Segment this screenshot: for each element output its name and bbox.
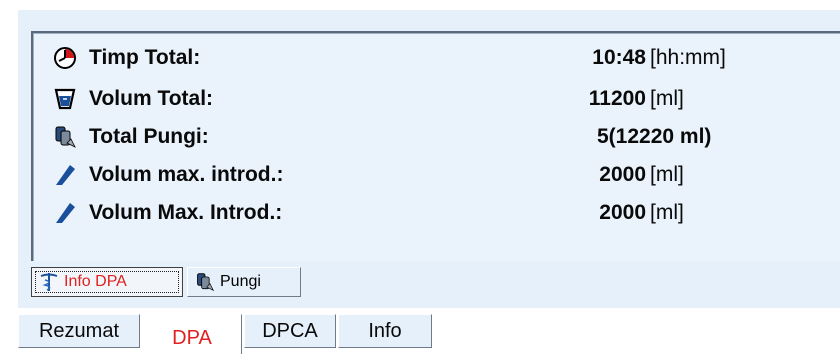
bags-icon: [55, 126, 76, 148]
summary-row-total-bags: Total Pungi: 5(12220 ml): [33, 122, 840, 152]
row-label: Volum Total:: [89, 87, 214, 110]
summary-panel: Timp Total: 10:48 [hh:mm] Volum Total: 1…: [31, 31, 840, 261]
row-value: 10:48: [592, 46, 646, 69]
infusion-icon: [56, 165, 75, 185]
summary-row-total-time: Timp Total: 10:48 [hh:mm]: [33, 43, 840, 73]
row-label: Timp Total:: [89, 46, 201, 69]
row-unit: [ml]: [650, 87, 684, 110]
main-tab-bar: Rezumat DPA DPCA Info: [0, 308, 840, 360]
tab-label: Rezumat: [38, 320, 120, 342]
top-strip: [0, 0, 840, 8]
tab-info[interactable]: Info: [338, 314, 432, 348]
summary-row-total-volume: Volum Total: 11200 [ml]: [33, 84, 840, 114]
row-value: 5(12220 ml): [597, 125, 712, 148]
bags-icon: [197, 273, 215, 292]
tab-rezumat[interactable]: Rezumat: [18, 314, 140, 348]
subtab-label: Info DPA: [64, 273, 127, 290]
subtab-bags[interactable]: Pungi: [187, 267, 301, 297]
volume-cup-icon: [54, 88, 76, 110]
tab-label: Info: [368, 320, 402, 342]
caduceus-icon: [40, 273, 58, 291]
clock-icon: [54, 47, 76, 69]
row-value: 2000: [599, 163, 646, 186]
row-label: Volum Max. Introd.:: [89, 201, 283, 224]
subtab-bar: Info DPA Pungi: [31, 263, 840, 301]
row-label: Volum max. introd.:: [89, 163, 284, 186]
tab-dpa[interactable]: DPA: [142, 314, 242, 354]
row-value: 11200: [588, 87, 646, 110]
infusion-icon: [56, 203, 75, 223]
row-unit: [hh:mm]: [650, 46, 726, 69]
tab-label: DPCA: [262, 320, 318, 342]
row-label: Total Pungi:: [89, 125, 209, 148]
tab-dpca[interactable]: DPCA: [244, 314, 336, 348]
row-unit: [ml]: [650, 201, 684, 224]
summary-row-max-intake: Volum max. introd.: 2000 [ml]: [33, 160, 840, 190]
subtab-info-dpa[interactable]: Info DPA: [31, 267, 183, 297]
tab-label: DPA: [172, 327, 212, 349]
row-unit: [ml]: [650, 163, 684, 186]
subtab-label: Pungi: [220, 273, 261, 290]
summary-row-max-intake-2: Volum Max. Introd.: 2000 [ml]: [33, 198, 840, 228]
row-value: 2000: [599, 201, 646, 224]
